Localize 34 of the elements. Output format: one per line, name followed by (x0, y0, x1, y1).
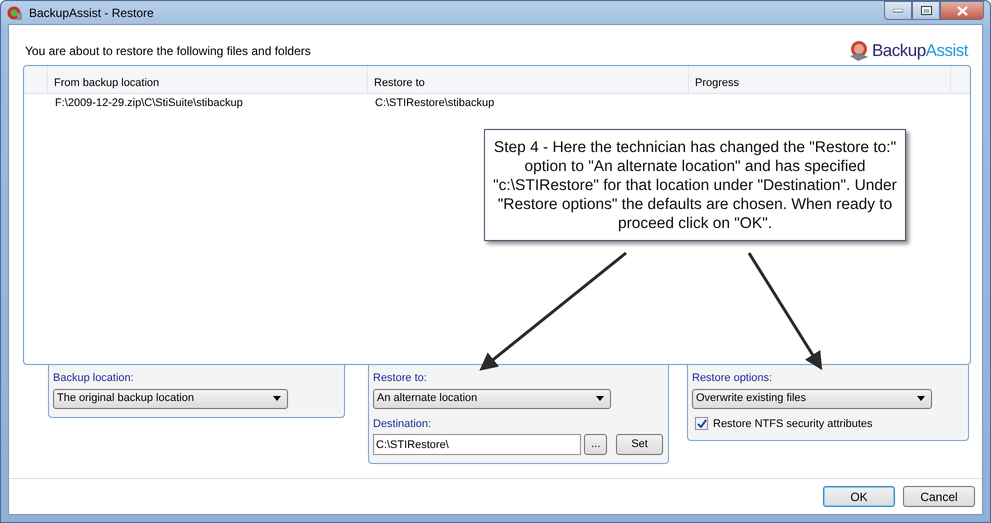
maximize-icon (920, 6, 932, 15)
backup-location-dropdown[interactable]: The original backup location (53, 388, 288, 408)
caret-icon (596, 396, 604, 401)
caret-icon (917, 396, 925, 401)
field-label: Backup location: (53, 371, 135, 386)
field-label: Destination: (373, 416, 432, 432)
column-header[interactable]: From backup location (48, 66, 368, 93)
header-text: You are about to restore the following files and folders (25, 43, 311, 60)
caret-icon (273, 396, 281, 401)
dialog-button[interactable]: Cancel (903, 486, 975, 507)
window-title: BackupAssist - Restore (29, 4, 154, 22)
minimize-icon (893, 8, 903, 12)
close-icon (956, 6, 968, 16)
browse-button[interactable]: ... (584, 434, 608, 455)
checkbox-label: Restore NTFS security attributes (713, 416, 873, 432)
set-button[interactable]: Set (616, 434, 663, 455)
logo-text: BackupAssist (872, 40, 968, 62)
destination-field[interactable]: C:\STIRestore\ (373, 434, 582, 455)
restore-options-dropdown[interactable]: Overwrite existing files (692, 388, 932, 408)
checkbox[interactable] (695, 417, 708, 430)
restore-to-dropdown[interactable]: An alternate location (373, 388, 611, 408)
table-cell: C:\STIRestore\stibackup (375, 96, 494, 109)
close-button[interactable] (940, 1, 984, 20)
logo-icon (848, 40, 870, 62)
field-label: Restore to: (373, 371, 428, 386)
app-icon (7, 4, 23, 20)
table-cell: F:\2009-12-29.zip\C\StiSuite\stibackup (55, 96, 243, 109)
callout-note: Step 4 - Here the technician has changed the "Restore to:" option to "An alternate location" and has specified "c:\STIRestore" for that location under "Destination". Under "Restore options" the defaults are chosen. When ready to proceed click on "OK". (484, 129, 906, 241)
column-header[interactable]: Progress (689, 66, 951, 93)
minimize-button[interactable] (884, 1, 912, 20)
column-header[interactable]: Restore to (368, 66, 689, 93)
field-label: Restore options: (692, 371, 774, 386)
dialog-button[interactable]: OK (823, 486, 895, 507)
maximize-button[interactable] (912, 1, 940, 20)
